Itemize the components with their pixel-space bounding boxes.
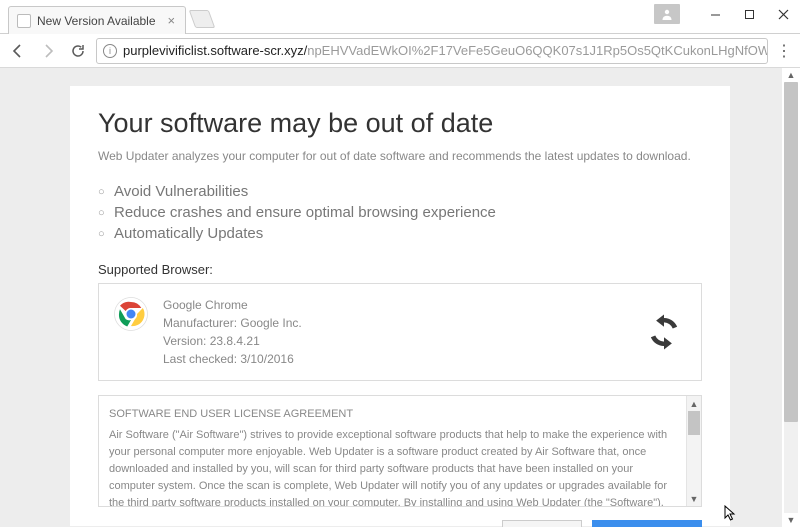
page-scroll-thumb[interactable] <box>784 82 798 422</box>
eula-text[interactable]: SOFTWARE END USER LICENSE AGREEMENT Air … <box>98 395 702 507</box>
scroll-down-icon[interactable]: ▼ <box>687 491 701 506</box>
chrome-logo-icon <box>113 296 149 332</box>
site-info-icon[interactable]: i <box>103 44 117 58</box>
scroll-up-icon[interactable]: ▲ <box>687 396 701 411</box>
page-subheading: Web Updater analyzes your computer for o… <box>98 149 702 163</box>
feature-item: Avoid Vulnerabilities <box>98 181 702 202</box>
tab-close-icon[interactable]: × <box>168 13 176 28</box>
feature-list: Avoid Vulnerabilities Reduce crashes and… <box>98 181 702 244</box>
window-maximize-button[interactable] <box>732 0 766 28</box>
back-button[interactable] <box>6 39 30 63</box>
forward-button[interactable] <box>36 39 60 63</box>
browser-info-box: Google Chrome Manufacturer: Google Inc. … <box>98 283 702 381</box>
page-background: Your software may be out of date Web Upd… <box>0 68 782 527</box>
window-close-button[interactable] <box>766 0 800 28</box>
page-scroll-down-icon[interactable]: ▼ <box>784 513 798 527</box>
primary-button[interactable] <box>592 520 702 527</box>
user-avatar-icon[interactable] <box>654 4 680 24</box>
browser-name: Google Chrome <box>163 296 302 314</box>
browser-version: Version: 23.8.4.21 <box>163 332 302 350</box>
refresh-icon[interactable] <box>643 311 685 353</box>
browser-info-text: Google Chrome Manufacturer: Google Inc. … <box>163 296 302 368</box>
eula-scrollbar[interactable]: ▲ ▼ <box>686 396 701 506</box>
feature-item: Reduce crashes and ensure optimal browsi… <box>98 202 702 223</box>
address-bar[interactable]: i purpleviviﬁclist.software-scr.xyz/npEH… <box>96 38 768 64</box>
window-minimize-button[interactable] <box>698 0 732 28</box>
new-tab-button[interactable] <box>189 10 216 28</box>
url-domain: purpleviviﬁclist.software-scr.xyz/ <box>123 43 307 58</box>
browser-tab[interactable]: New Version Available × <box>8 6 186 34</box>
secondary-button[interactable] <box>502 520 582 527</box>
page-scroll-up-icon[interactable]: ▲ <box>784 68 798 82</box>
feature-item: Automatically Updates <box>98 223 702 244</box>
eula-body: Air Software ("Air Software") strives to… <box>109 427 679 507</box>
browser-toolbar: i purpleviviﬁclist.software-scr.xyz/npEH… <box>0 34 800 68</box>
page-viewport: Your software may be out of date Web Upd… <box>0 68 800 527</box>
reload-button[interactable] <box>66 39 90 63</box>
browser-last-checked: Last checked: 3/10/2016 <box>163 350 302 368</box>
url-path: npEHVVadEWkOI%2F17VeFe5GeuO6QQK07s1J1Rp5… <box>307 43 768 58</box>
page-heading: Your software may be out of date <box>98 108 702 139</box>
content-card: Your software may be out of date Web Upd… <box>70 86 730 526</box>
window-titlebar: New Version Available × <box>0 0 800 34</box>
supported-browser-label: Supported Browser: <box>98 262 702 277</box>
eula-container: SOFTWARE END USER LICENSE AGREEMENT Air … <box>98 395 702 507</box>
browser-manufacturer: Manufacturer: Google Inc. <box>163 314 302 332</box>
tab-favicon <box>17 14 31 28</box>
mouse-cursor-icon <box>724 505 738 523</box>
scroll-thumb[interactable] <box>688 411 700 435</box>
tab-title: New Version Available <box>37 14 156 28</box>
eula-title: SOFTWARE END USER LICENSE AGREEMENT <box>109 406 679 423</box>
button-row <box>502 520 702 527</box>
window-controls <box>654 0 800 28</box>
browser-menu-button[interactable]: ⋮ <box>774 41 794 61</box>
page-scrollbar[interactable]: ▲ ▼ <box>784 68 798 527</box>
